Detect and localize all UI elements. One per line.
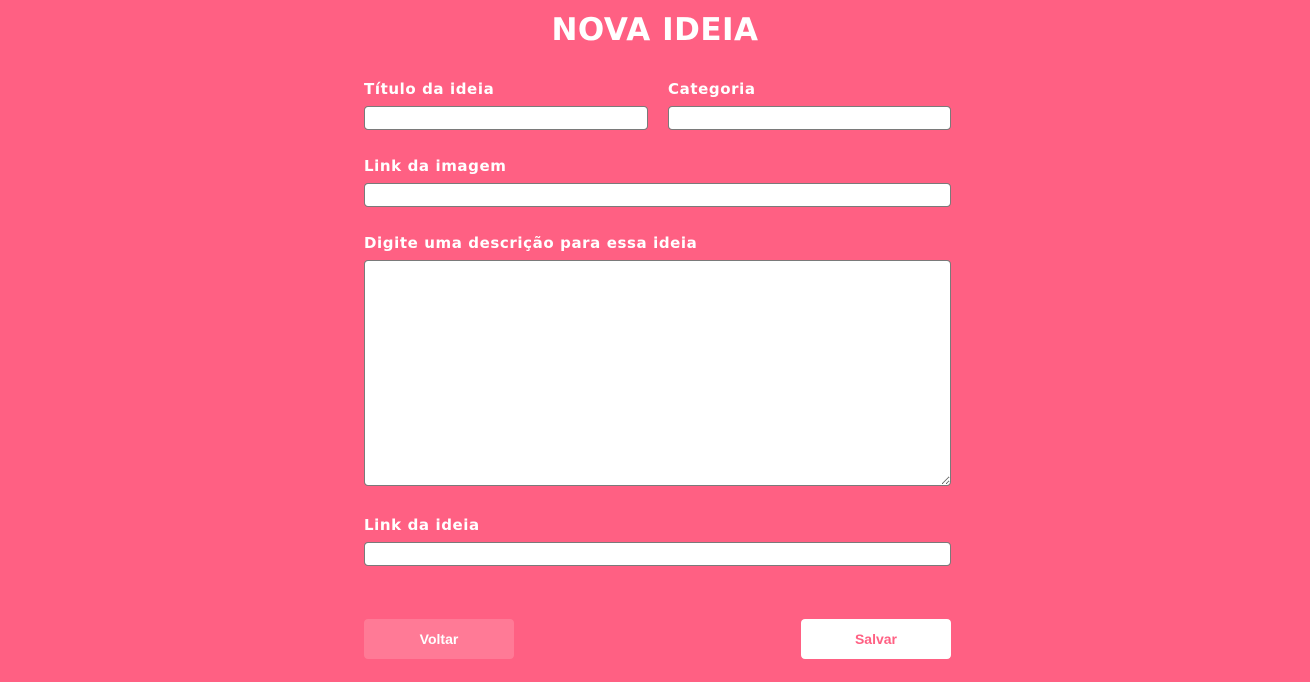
description-label: Digite uma descrição para essa ideia [364,234,698,252]
page-title: NOVA IDEIA [551,12,759,48]
save-button[interactable]: Salvar [801,619,951,659]
category-input[interactable] [668,106,951,130]
new-idea-page: NOVA IDEIA Título da ideia Categoria Lin… [0,0,1310,682]
idea-title-label: Título da ideia [364,80,495,98]
image-link-label: Link da imagem [364,157,507,175]
category-label: Categoria [668,80,756,98]
image-link-input[interactable] [364,183,951,207]
description-textarea[interactable] [364,260,951,486]
idea-title-input[interactable] [364,106,648,130]
idea-link-input[interactable] [364,542,951,566]
idea-link-label: Link da ideia [364,516,480,534]
back-button[interactable]: Voltar [364,619,514,659]
